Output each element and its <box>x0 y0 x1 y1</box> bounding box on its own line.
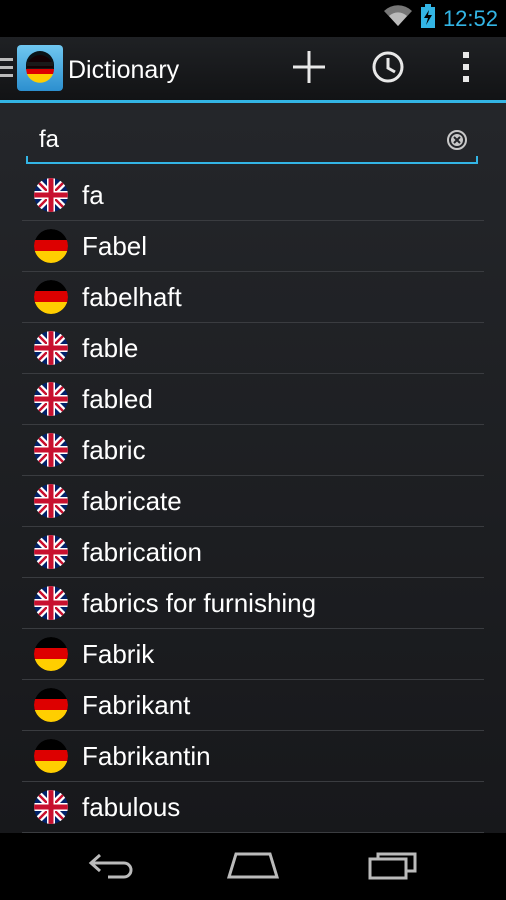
app-logo-icon[interactable] <box>17 45 63 91</box>
overflow-menu-button[interactable] <box>441 44 491 94</box>
back-icon <box>88 851 138 884</box>
result-word: fabulous <box>82 791 181 822</box>
result-row[interactable]: fabrication <box>22 527 484 578</box>
clock-icon <box>371 50 405 89</box>
german-flag-icon <box>34 688 68 722</box>
history-button[interactable] <box>363 44 413 94</box>
result-row[interactable]: Fabrikant <box>22 680 484 731</box>
german-flag-icon <box>34 229 68 263</box>
home-icon <box>226 851 280 884</box>
status-icons: 12:52 <box>383 0 498 37</box>
result-word: fabricate <box>82 485 182 516</box>
result-word: Fabrikantin <box>82 740 211 771</box>
result-row[interactable]: Fabel <box>22 221 484 272</box>
result-row[interactable]: fable <box>22 323 484 374</box>
german-flag-icon <box>34 637 68 671</box>
clear-icon[interactable] <box>446 129 468 151</box>
result-word: Fabel <box>82 230 148 261</box>
home-button[interactable] <box>218 845 288 889</box>
search-box <box>26 120 478 164</box>
result-row[interactable]: fabric <box>22 425 484 476</box>
german-flag-icon <box>34 739 68 773</box>
back-button[interactable] <box>78 845 148 889</box>
result-word: fa <box>82 179 104 210</box>
uk-flag-icon <box>34 178 68 212</box>
result-word: Fabrik <box>82 638 155 669</box>
result-row[interactable]: fa <box>22 170 484 221</box>
recents-button[interactable] <box>358 845 428 889</box>
uk-flag-icon <box>34 433 68 467</box>
drawer-indicator-icon[interactable] <box>0 58 14 80</box>
german-flag-icon <box>34 280 68 314</box>
result-word: fabrics for furnishing <box>82 587 317 618</box>
uk-flag-icon <box>34 535 68 569</box>
uk-flag-icon <box>34 586 68 620</box>
battery-charging-icon <box>420 4 435 33</box>
uk-flag-icon <box>34 484 68 518</box>
results-list: fa Fabel fabelhaft fable fabled fabric f… <box>22 170 484 833</box>
result-row[interactable]: Fabrikantin <box>22 731 484 782</box>
search-input[interactable] <box>26 120 449 160</box>
search-underline <box>26 156 478 164</box>
result-row[interactable]: Fabrik <box>22 629 484 680</box>
result-row[interactable]: fabricate <box>22 476 484 527</box>
status-bar: 12:52 <box>0 0 506 37</box>
result-word: fabrication <box>82 536 202 567</box>
uk-flag-icon <box>34 331 68 365</box>
result-row[interactable]: fabled <box>22 374 484 425</box>
plus-icon <box>291 49 327 90</box>
result-row[interactable]: fabulous <box>22 782 484 833</box>
status-clock: 12:52 <box>442 5 498 31</box>
result-word: fabled <box>82 383 153 414</box>
result-row[interactable]: fabrics for furnishing <box>22 578 484 629</box>
uk-flag-icon <box>34 790 68 824</box>
result-word: Fabrikant <box>82 689 191 720</box>
result-word: fabelhaft <box>82 281 182 312</box>
wifi-icon <box>383 4 413 33</box>
result-word: fable <box>82 332 139 363</box>
result-word: fabric <box>82 434 146 465</box>
more-vertical-icon <box>461 50 471 89</box>
app-title[interactable]: Dictionary <box>68 53 179 87</box>
result-row[interactable]: fabelhaft <box>22 272 484 323</box>
add-button[interactable] <box>284 44 334 94</box>
uk-flag-icon <box>34 382 68 416</box>
recents-icon <box>367 850 419 885</box>
navigation-bar <box>0 833 506 900</box>
